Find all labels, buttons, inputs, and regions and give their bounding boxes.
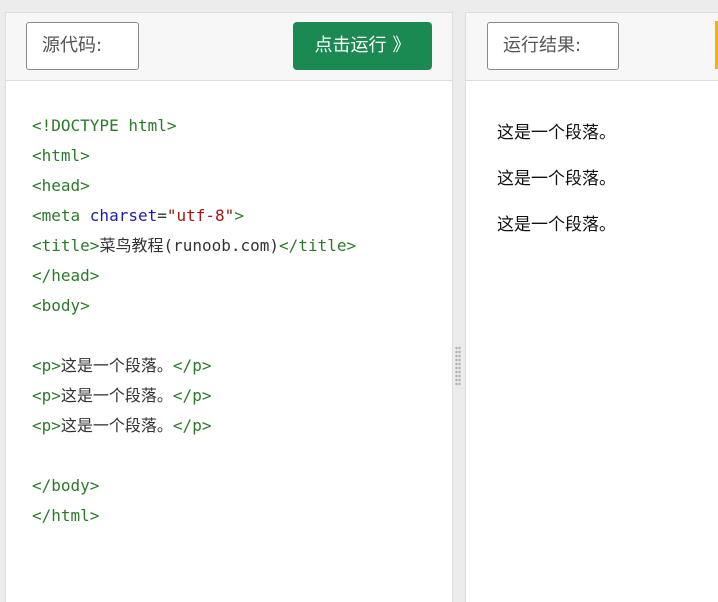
code-token: 这是一个段落。 <box>60 356 173 375</box>
result-paragraph: 这是一个段落。 <box>497 123 616 143</box>
code-token: 菜鸟教程(runoob.com) <box>99 236 280 255</box>
code-token: </title> <box>279 236 357 255</box>
code-token: <p> <box>32 356 61 375</box>
code-token: 这是一个段落。 <box>60 416 173 435</box>
code-token: <title> <box>32 236 100 255</box>
code-line: </html> <box>32 501 452 531</box>
code-line: <!DOCTYPE html> <box>32 111 452 141</box>
code-line: </head> <box>32 261 452 291</box>
code-token: <head> <box>32 176 90 195</box>
code-line: <p>这是一个段落。</p> <box>32 351 452 381</box>
code-line: </body> <box>32 471 452 501</box>
result-panel: 运行结果: 这是一个段落。 这是一个段落。 这是一个段落。 <box>465 12 718 602</box>
code-line: <html> <box>32 141 452 171</box>
result-panel-header: 运行结果: <box>466 13 718 81</box>
code-token: <body> <box>32 296 90 315</box>
code-line: <p>这是一个段落。</p> <box>32 381 452 411</box>
code-token: charset <box>89 206 158 225</box>
result-label: 运行结果: <box>487 22 619 70</box>
code-line: <meta charset="utf-8"> <box>32 201 452 231</box>
code-token: </p> <box>172 386 212 405</box>
code-token: <p> <box>32 416 61 435</box>
code-token: = <box>157 206 167 225</box>
code-token: </p> <box>172 356 212 375</box>
code-line: <p>这是一个段落。</p> <box>32 411 452 441</box>
result-paragraph: 这是一个段落。 <box>497 169 616 189</box>
run-button-label: 点击运行 <box>314 35 387 56</box>
run-button[interactable]: 点击运行》 <box>293 22 432 70</box>
code-token: <html> <box>32 146 90 165</box>
panel-resize-handle[interactable] <box>455 346 461 386</box>
code-line: <head> <box>32 171 452 201</box>
code-token: "utf-8" <box>166 206 235 225</box>
code-token: 这是一个段落。 <box>60 386 173 405</box>
source-code-panel: 源代码: 点击运行》 <!DOCTYPE html> <html> <head> <m… <box>5 12 453 602</box>
code-token: > <box>234 206 244 225</box>
code-token: </body> <box>32 476 100 495</box>
source-code-label: 源代码: <box>26 22 139 70</box>
source-panel-header: 源代码: 点击运行》 <box>6 13 452 81</box>
result-paragraph: 这是一个段落。 <box>497 215 616 235</box>
double-chevron-right-icon: 》 <box>392 35 411 56</box>
code-token: </head> <box>32 266 100 285</box>
code-line: <title>菜鸟教程(runoob.com)</title> <box>32 231 452 261</box>
code-token: </html> <box>32 506 100 525</box>
code-token: <p> <box>32 386 61 405</box>
code-line: <body> <box>32 291 452 321</box>
code-token: </p> <box>172 416 212 435</box>
code-token: <meta <box>32 206 90 225</box>
editor-workspace: 源代码: 点击运行》 <!DOCTYPE html> <html> <head> <m… <box>0 0 718 602</box>
code-editor[interactable]: <!DOCTYPE html> <html> <head> <meta charset… <box>6 82 452 602</box>
result-output: 这是一个段落。 这是一个段落。 这是一个段落。 <box>466 82 718 602</box>
code-token: <!DOCTYPE html> <box>32 116 177 135</box>
